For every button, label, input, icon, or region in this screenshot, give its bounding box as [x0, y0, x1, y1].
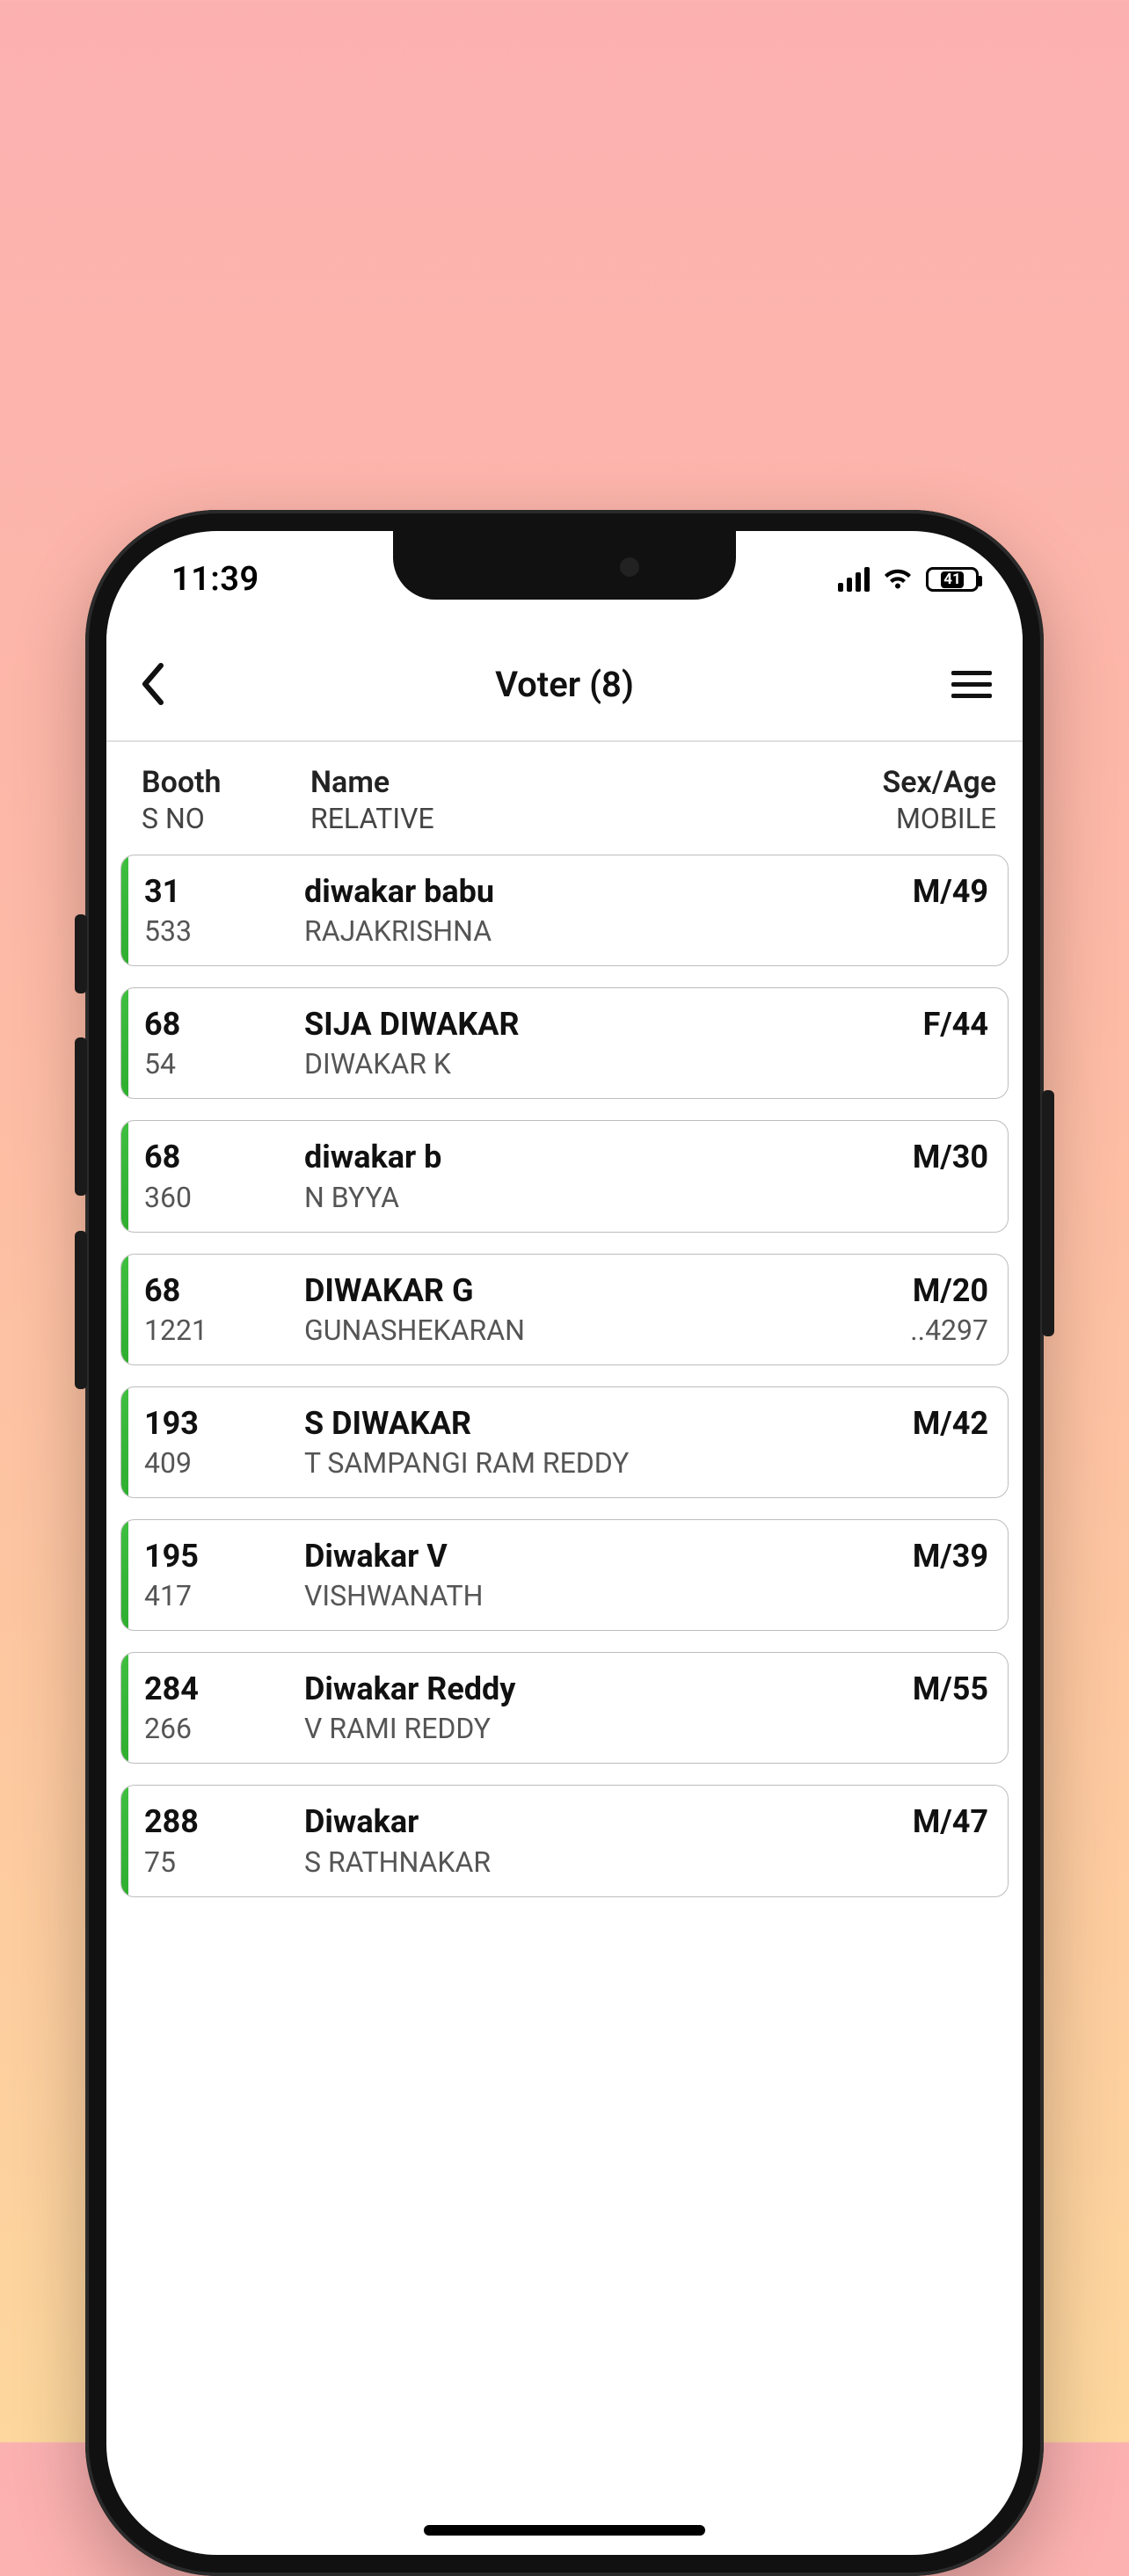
page-title: Voter (8) — [495, 664, 634, 705]
row-name: Diwakar — [304, 1803, 821, 1841]
row-relative: RAJAKRISHNA — [304, 914, 821, 948]
menu-button[interactable] — [945, 658, 998, 710]
row-name: diwakar b — [304, 1139, 821, 1176]
phone-notch — [393, 531, 736, 600]
row-booth: 68 — [144, 1272, 304, 1310]
battery-level: 41 — [941, 571, 964, 588]
voter-row[interactable]: 195 417Diwakar V VISHWANATHM/39 — [120, 1519, 1009, 1631]
status-indicators: 41 — [838, 567, 979, 592]
row-sex-age: M/30 — [821, 1139, 988, 1176]
row-sex-age: M/39 — [821, 1538, 988, 1575]
row-booth: 193 — [144, 1405, 304, 1443]
row-booth: 68 — [144, 1139, 304, 1176]
row-booth: 68 — [144, 1006, 304, 1044]
back-button[interactable] — [122, 653, 184, 715]
voter-row[interactable]: 6854SIJA DIWAKARDIWAKAR KF/44 — [120, 987, 1009, 1099]
row-sno: 360 — [144, 1181, 304, 1214]
app-header: Voter (8) — [106, 628, 1023, 742]
row-name: DIWAKAR G — [304, 1272, 821, 1310]
column-headers: Booth S NO Name RELATIVE Sex/Age MOBILE — [120, 746, 1009, 855]
row-sex-age: M/47 — [821, 1803, 988, 1841]
row-relative: VISHWANATH — [304, 1579, 821, 1612]
voter-row[interactable]: 68 360diwakar b N BYYAM/30 — [120, 1120, 1009, 1232]
header-sex-age: Sex/Age — [829, 765, 996, 800]
phone-side-button — [1042, 1090, 1054, 1336]
row-sex-age: M/20 — [821, 1272, 988, 1310]
row-relative: T SAMPANGI RAM REDDY — [304, 1446, 821, 1480]
voter-row[interactable]: 31533diwakar babuRAJAKRISHNAM/49 — [120, 855, 1009, 966]
row-sex-age: M/55 — [821, 1670, 988, 1708]
row-sno: 417 — [144, 1579, 304, 1612]
phone-side-button — [75, 1037, 87, 1196]
cellular-icon — [838, 567, 870, 592]
voter-row[interactable]: 681221DIWAKAR GGUNASHEKARANM/20..4297 — [120, 1254, 1009, 1365]
row-relative: GUNASHEKARAN — [304, 1313, 821, 1347]
row-name: Diwakar Reddy — [304, 1670, 821, 1708]
row-relative: V RAMI REDDY — [304, 1712, 821, 1745]
header-relative: RELATIVE — [310, 802, 829, 835]
row-booth: 288 — [144, 1803, 304, 1841]
chevron-left-icon — [138, 662, 168, 706]
status-time: 11:39 — [171, 560, 259, 599]
row-sno: 54 — [144, 1047, 304, 1081]
phone-frame: 11:39 41 Voter (8) — [85, 510, 1044, 2576]
header-sno: S NO — [142, 802, 310, 835]
row-booth: 195 — [144, 1538, 304, 1575]
hamburger-icon — [951, 682, 992, 687]
row-relative: N BYYA — [304, 1181, 821, 1214]
row-booth: 284 — [144, 1670, 304, 1708]
row-sno: 266 — [144, 1712, 304, 1745]
row-name: S DIWAKAR — [304, 1405, 821, 1443]
row-sno: 533 — [144, 914, 304, 948]
row-sex-age: F/44 — [821, 1006, 988, 1044]
row-relative: S RATHNAKAR — [304, 1845, 821, 1879]
row-name: diwakar babu — [304, 873, 821, 911]
row-sno: 409 — [144, 1446, 304, 1480]
phone-screen: 11:39 41 Voter (8) — [106, 531, 1023, 2555]
row-sex-age: M/42 — [821, 1405, 988, 1443]
voter-row[interactable]: 193409S DIWAKART SAMPANGI RAM REDDYM/42 — [120, 1386, 1009, 1498]
row-mobile: ..4297 — [821, 1313, 988, 1347]
phone-side-button — [75, 914, 87, 993]
hamburger-icon — [951, 671, 992, 675]
header-mobile: MOBILE — [829, 802, 996, 835]
row-booth: 31 — [144, 873, 304, 911]
voter-row[interactable]: 288 75Diwakar S RATHNAKARM/47 — [120, 1785, 1009, 1896]
header-booth: Booth — [142, 765, 310, 800]
wifi-icon — [882, 567, 914, 592]
row-sno: 1221 — [144, 1313, 304, 1347]
row-sex-age: M/49 — [821, 873, 988, 911]
phone-side-button — [75, 1231, 87, 1389]
home-indicator — [424, 2525, 705, 2536]
voter-row[interactable]: 284 266Diwakar Reddy V RAMI REDDYM/55 — [120, 1652, 1009, 1764]
header-name: Name — [310, 765, 829, 800]
voter-list: Booth S NO Name RELATIVE Sex/Age MOBILE … — [106, 746, 1023, 2555]
hamburger-icon — [951, 694, 992, 698]
battery-icon: 41 — [926, 567, 979, 592]
row-name: SIJA DIWAKAR — [304, 1006, 821, 1044]
row-relative: DIWAKAR K — [304, 1047, 821, 1081]
row-name: Diwakar V — [304, 1538, 821, 1575]
row-sno: 75 — [144, 1845, 304, 1879]
